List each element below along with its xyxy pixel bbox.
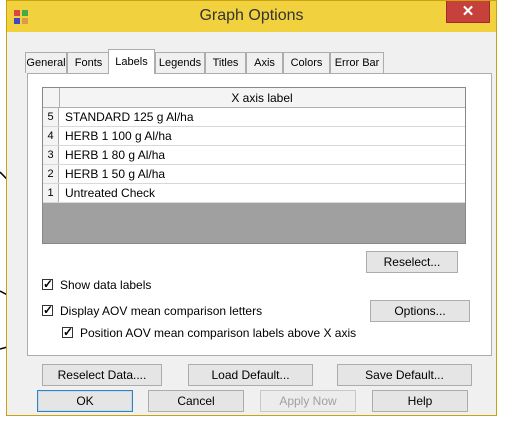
load-default-button[interactable]: Load Default... [188,364,313,386]
table-row[interactable]: 5 STANDARD 125 g Al/ha [43,108,465,127]
options-button[interactable]: Options... [370,300,470,322]
grid-empty-area [43,223,465,243]
tab-titles[interactable]: Titles [205,52,246,73]
save-default-button[interactable]: Save Default... [337,364,472,386]
row-number[interactable]: 2 [43,165,59,183]
position-aov-label: Position AOV mean comparison labels abov… [80,326,357,340]
x-axis-label-grid: X axis label 5 STANDARD 125 g Al/ha 4 HE… [42,87,466,244]
position-aov-checkbox[interactable]: ✓ [62,325,74,339]
row-label-cell[interactable]: STANDARD 125 g Al/ha [65,108,194,126]
row-label-cell[interactable]: HERB 1 80 g Al/ha [65,146,165,164]
tab-axis[interactable]: Axis [246,52,283,73]
row-label-cell[interactable]: HERB 1 100 g Al/ha [65,127,172,145]
row-number[interactable]: 5 [43,108,59,126]
table-row[interactable]: 1 Untreated Check [43,184,465,203]
cancel-button[interactable]: Cancel [148,390,244,412]
table-row[interactable]: 4 HERB 1 100 g Al/ha [43,127,465,146]
reselect-data-button[interactable]: Reselect Data.... [42,364,162,386]
show-data-labels-label: Show data labels [60,278,152,292]
row-number[interactable]: 3 [43,146,59,164]
show-data-labels-checkbox[interactable]: ✓ [42,277,54,291]
ok-button[interactable]: OK [37,390,133,412]
table-row[interactable]: 2 HERB 1 50 g Al/ha [43,165,465,184]
tab-colors[interactable]: Colors [283,52,330,73]
display-aov-checkbox[interactable]: ✓ [42,303,54,317]
row-number[interactable]: 1 [43,184,59,202]
display-aov-label: Display AOV mean comparison letters [60,304,263,318]
checkmark-icon: ✓ [43,303,54,317]
reselect-button[interactable]: Reselect... [366,251,458,273]
close-button[interactable]: ✕ [446,1,490,23]
column-header-x-axis-label: X axis label [231,91,293,105]
window-title: Graph Options [199,7,304,24]
row-label-cell[interactable]: Untreated Check [65,184,155,202]
close-icon: ✕ [461,3,475,20]
tab-general[interactable]: General [25,52,67,73]
checkmark-icon: ✓ [43,277,54,291]
apply-now-button: Apply Now [260,390,356,412]
checkmark-icon: ✓ [63,325,74,339]
tab-legends[interactable]: Legends [155,52,205,73]
table-row[interactable]: 3 HERB 1 80 g Al/ha [43,146,465,165]
title-bar[interactable]: Graph Options ✕ [7,1,496,32]
row-label-cell[interactable]: HERB 1 50 g Al/ha [65,165,165,183]
tab-error-bar[interactable]: Error Bar [330,52,384,73]
row-number[interactable]: 4 [43,127,59,145]
grid-corner-cell[interactable] [43,88,60,107]
tab-labels[interactable]: Labels [108,49,155,74]
grid-header: X axis label [43,88,465,108]
tab-fonts[interactable]: Fonts [67,52,110,73]
help-button[interactable]: Help [372,390,468,412]
